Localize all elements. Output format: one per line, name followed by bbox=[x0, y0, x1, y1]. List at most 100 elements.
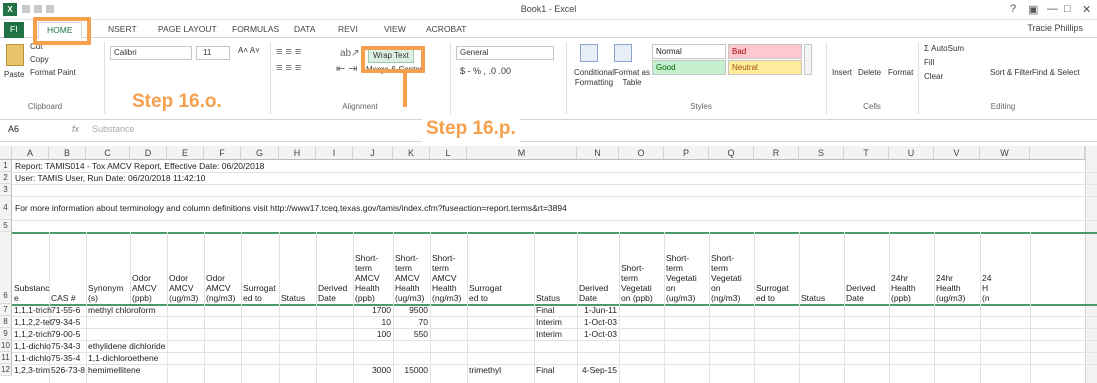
worksheet-grid[interactable]: A B C D E F G H I J K L M N O P Q R S T … bbox=[0, 146, 1097, 383]
style-normal[interactable]: Normal bbox=[652, 44, 726, 59]
cell-cas[interactable]: 71-55-6 bbox=[51, 305, 80, 315]
column-header[interactable]: O bbox=[619, 146, 664, 160]
cell-synonym[interactable]: methyl chloroform bbox=[88, 305, 156, 315]
cell-cas[interactable]: 526-73-8 bbox=[51, 365, 85, 375]
cell-synonym[interactable]: hemimellitene bbox=[88, 365, 140, 375]
row-header[interactable]: 2 bbox=[0, 172, 12, 184]
header-st-veg-ugm3[interactable]: Short-term Vegetati on (ug/m3) bbox=[666, 253, 697, 303]
header-status-3[interactable]: Status bbox=[801, 293, 825, 303]
cell-st-health-ppb[interactable]: 1700 bbox=[355, 305, 391, 315]
fill-button[interactable]: Fill bbox=[924, 58, 934, 67]
row-header[interactable]: 10 bbox=[0, 340, 12, 352]
column-header[interactable]: W bbox=[980, 146, 1030, 160]
cell-synonym[interactable]: ethylidene dichloride bbox=[88, 341, 166, 351]
minimize-icon[interactable]: — bbox=[1047, 3, 1058, 15]
header-odor-ugm3[interactable]: Odor AMCV (ug/m3) bbox=[169, 273, 198, 303]
style-bad[interactable]: Bad bbox=[728, 44, 802, 59]
user-name[interactable]: Tracie Phillips bbox=[1027, 23, 1083, 33]
cell-st-health-ugm3[interactable]: 9500 bbox=[395, 305, 428, 315]
column-header[interactable]: F bbox=[204, 146, 241, 160]
header-odor-ppb[interactable]: Odor AMCV (ppb) bbox=[132, 273, 157, 303]
header-synonym[interactable]: Synonym (s) bbox=[88, 283, 123, 303]
header-surrogated-2[interactable]: Surrogat ed to bbox=[469, 283, 502, 303]
insert-cells-button[interactable]: Insert bbox=[832, 68, 852, 77]
tab-review[interactable]: REVI bbox=[338, 22, 358, 38]
conditional-formatting-button[interactable]: Conditional Formatting bbox=[570, 68, 618, 88]
align-left-icon[interactable]: ≡ ≡ ≡ bbox=[276, 62, 301, 74]
column-header[interactable]: B bbox=[49, 146, 86, 160]
formula-input[interactable]: Substance bbox=[92, 124, 135, 134]
header-cas[interactable]: CAS # bbox=[51, 293, 76, 303]
help-icon[interactable]: ? bbox=[1010, 3, 1016, 15]
column-header[interactable]: L bbox=[430, 146, 467, 160]
number-format-select[interactable]: General bbox=[456, 46, 554, 60]
cell-substance[interactable]: 1,1-dichlo bbox=[14, 353, 51, 363]
row-header[interactable]: 9 bbox=[0, 328, 12, 340]
header-st-health-ppb[interactable]: Short-term AMCV Health (ppb) bbox=[355, 253, 380, 303]
header-status-2[interactable]: Status bbox=[536, 293, 560, 303]
indent-icon[interactable]: ⇤ ⇥ bbox=[336, 62, 358, 75]
cell-cas[interactable]: 79-34-5 bbox=[51, 317, 80, 327]
header-odor-ngm3[interactable]: Odor AMCV (ng/m3) bbox=[206, 273, 235, 303]
font-size-select[interactable]: 11 bbox=[196, 46, 230, 60]
column-header[interactable]: M bbox=[467, 146, 577, 160]
column-header[interactable]: E bbox=[167, 146, 204, 160]
format-cells-button[interactable]: Format bbox=[888, 68, 913, 77]
close-icon[interactable]: ✕ bbox=[1082, 3, 1091, 16]
column-header[interactable]: C bbox=[86, 146, 130, 160]
tab-view[interactable]: VIEW bbox=[384, 22, 406, 38]
tab-acrobat[interactable]: ACROBAT bbox=[426, 22, 466, 38]
format-as-table-icon[interactable] bbox=[614, 44, 632, 62]
header-status-1[interactable]: Status bbox=[281, 293, 305, 303]
grow-font-icon[interactable]: A˄ A˅ bbox=[238, 46, 260, 55]
conditional-formatting-icon[interactable] bbox=[580, 44, 598, 62]
name-box[interactable]: A6 bbox=[8, 124, 19, 134]
column-header[interactable]: H bbox=[279, 146, 316, 160]
header-st-health-ngm3[interactable]: Short-term AMCV Health (ng/m3) bbox=[432, 253, 461, 303]
maximize-icon[interactable]: □ bbox=[1064, 3, 1071, 15]
row-header[interactable]: 1 bbox=[0, 160, 12, 172]
header-st-veg-ngm3[interactable]: Short-term Vegetati on (ng/m3) bbox=[711, 253, 742, 303]
row-header[interactable]: 12 bbox=[0, 364, 12, 376]
column-header[interactable]: G bbox=[241, 146, 279, 160]
header-derived-1[interactable]: Derived Date bbox=[318, 283, 347, 303]
tab-insert[interactable]: NSERT bbox=[108, 22, 137, 38]
fx-icon[interactable]: fx bbox=[72, 124, 79, 134]
cell-st-health-ppb[interactable]: 3000 bbox=[355, 365, 391, 375]
clear-button[interactable]: Clear bbox=[924, 72, 943, 81]
copy-button[interactable]: Copy bbox=[30, 55, 49, 64]
column-header[interactable]: D bbox=[130, 146, 167, 160]
cell-status[interactable]: Final bbox=[536, 365, 554, 375]
cell-substance[interactable]: 1,2,3-trim bbox=[14, 365, 50, 375]
column-header[interactable]: P bbox=[664, 146, 709, 160]
report-title-cell[interactable]: Report: TAMIS014 - Tox AMCV Report, Effe… bbox=[15, 161, 264, 171]
row-header[interactable]: 6 bbox=[0, 232, 12, 304]
number-format-buttons[interactable]: $ - % , .0 .00 bbox=[460, 66, 511, 76]
column-header[interactable] bbox=[1030, 146, 1085, 160]
delete-cells-button[interactable]: Delete bbox=[858, 68, 881, 77]
orientation-icon[interactable]: ab↗ bbox=[340, 48, 360, 59]
style-neutral[interactable]: Neutral bbox=[728, 60, 802, 75]
column-header[interactable]: K bbox=[393, 146, 430, 160]
header-st-health-ugm3[interactable]: Short-term AMCV Health (ug/m3) bbox=[395, 253, 424, 303]
tab-data[interactable]: DATA bbox=[294, 22, 315, 38]
row-header[interactable]: 4 bbox=[0, 196, 12, 220]
tab-page-layout[interactable]: PAGE LAYOUT bbox=[158, 22, 217, 38]
tab-file[interactable]: FI bbox=[4, 22, 24, 38]
align-top-icon[interactable]: ≡ ≡ ≡ bbox=[276, 46, 301, 58]
find-select-button[interactable]: Find & Select bbox=[1032, 68, 1080, 77]
cell-st-health-ugm3[interactable]: 550 bbox=[395, 329, 428, 339]
style-good[interactable]: Good bbox=[652, 60, 726, 75]
cell-st-health-ppb[interactable]: 100 bbox=[355, 329, 391, 339]
column-header[interactable]: I bbox=[316, 146, 353, 160]
column-header[interactable]: T bbox=[844, 146, 889, 160]
row-header[interactable]: 5 bbox=[0, 220, 12, 232]
cell-substance[interactable]: 1,1-dichlo bbox=[14, 341, 51, 351]
row-header[interactable]: 3 bbox=[0, 184, 12, 196]
row-header[interactable]: 11 bbox=[0, 352, 12, 364]
column-header[interactable]: A bbox=[12, 146, 49, 160]
select-all-corner[interactable] bbox=[0, 146, 12, 160]
header-surrogated-3[interactable]: Surrogat ed to bbox=[756, 283, 789, 303]
header-substance[interactable]: Substanc e bbox=[14, 283, 50, 303]
cell-substance[interactable]: 1,1,1-trich bbox=[14, 305, 52, 315]
